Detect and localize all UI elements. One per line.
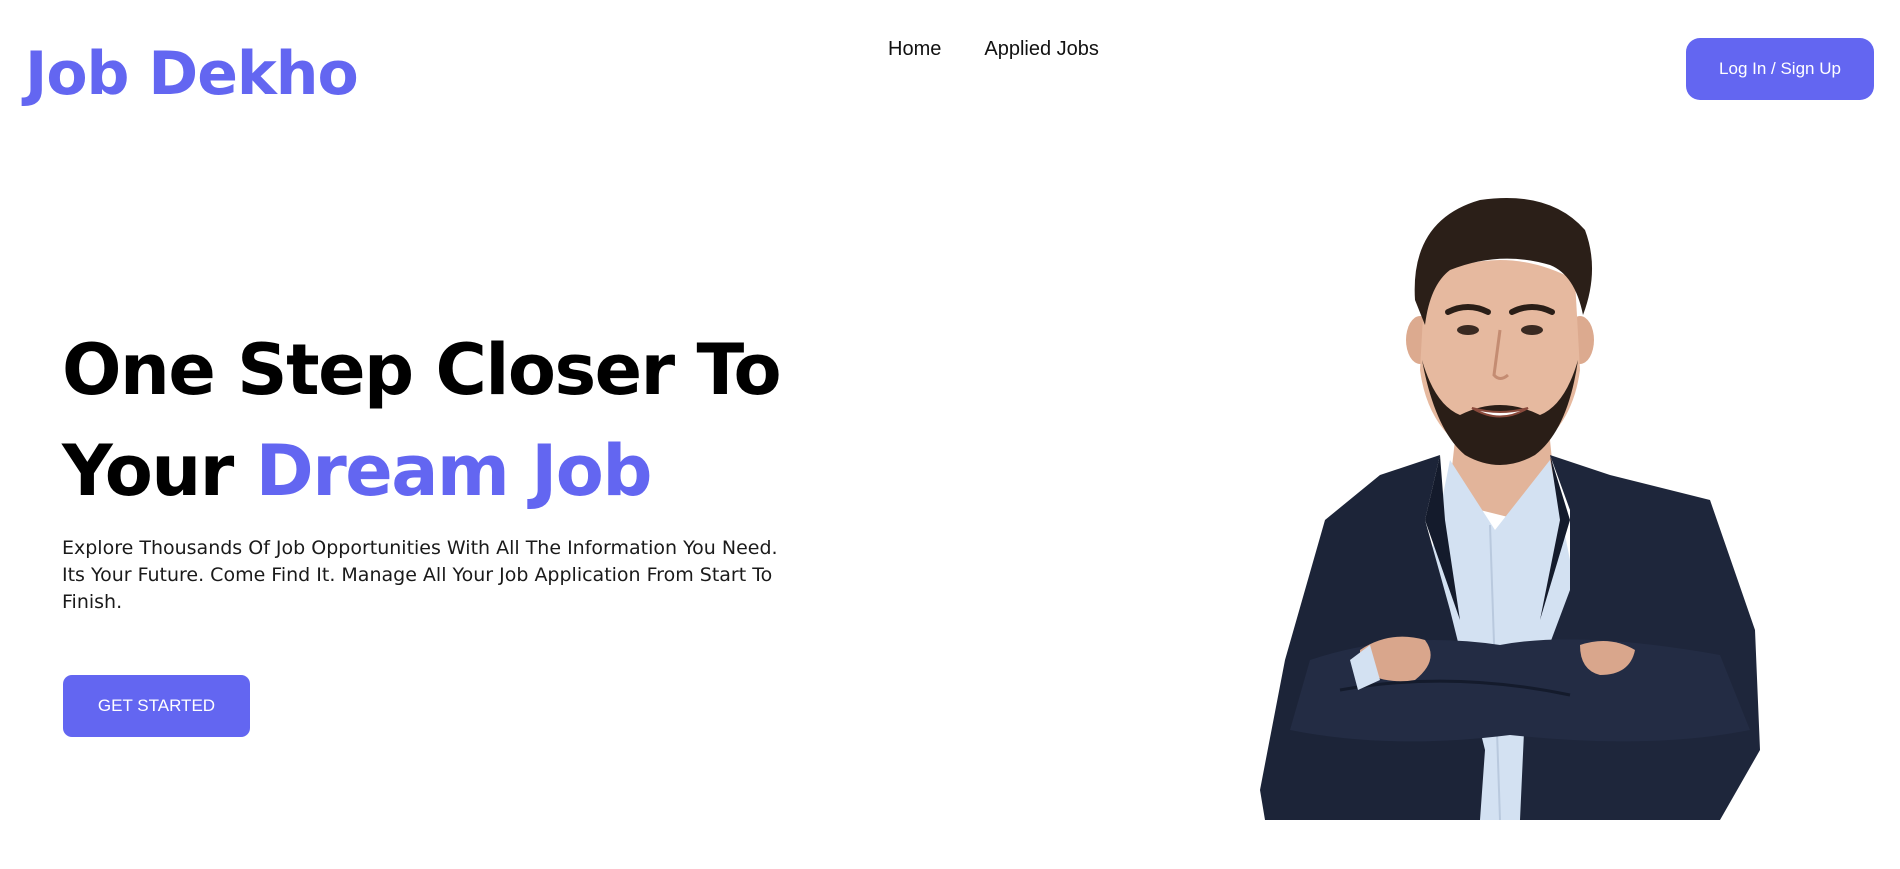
logo[interactable]: Job Dekho (25, 44, 359, 104)
get-started-button[interactable]: GET STARTED (63, 675, 250, 737)
nav-home-link[interactable]: Home (888, 37, 941, 61)
landing-page: Job Dekho Home Applied Jobs Log In / Sig… (0, 0, 1900, 869)
hero-description: Explore Thousands Of Job Opportunities W… (62, 537, 778, 613)
hero-title-prefix: Your (62, 430, 256, 512)
login-signup-button[interactable]: Log In / Sign Up (1686, 38, 1874, 100)
hero-title: One Step Closer To Your Dream Job (62, 320, 782, 522)
portrait-image (1260, 198, 1760, 820)
hero-title-line1: One Step Closer To (62, 329, 782, 411)
nav-applied-jobs-link[interactable]: Applied Jobs (984, 37, 1099, 61)
main-nav: Home Applied Jobs (888, 37, 1099, 61)
hero-title-accent: Dream Job (255, 430, 653, 512)
